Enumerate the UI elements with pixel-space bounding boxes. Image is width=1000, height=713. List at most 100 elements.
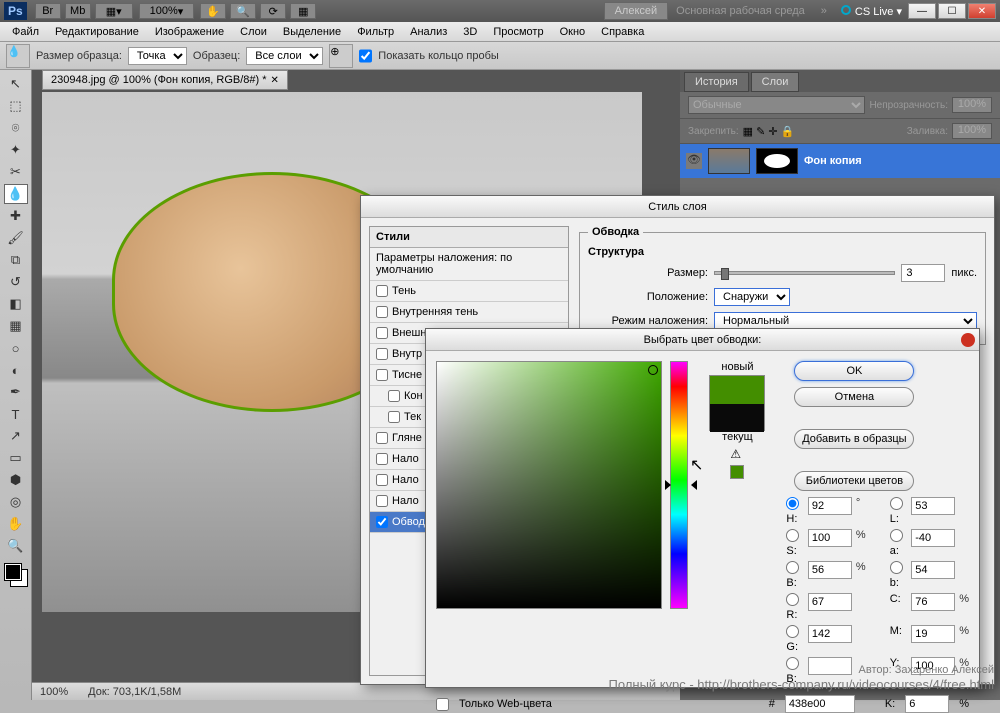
menu-select[interactable]: Выделение (275, 26, 349, 38)
pen-tool[interactable]: ✒ (4, 382, 28, 402)
bv-radio[interactable] (786, 561, 799, 574)
visibility-icon[interactable]: 👁 (686, 153, 702, 169)
type-tool[interactable]: T (4, 404, 28, 424)
websafe-warning-icon[interactable] (730, 465, 744, 479)
tab-layers[interactable]: Слои (751, 72, 800, 92)
status-zoom[interactable]: 100% (40, 686, 68, 698)
bv-input[interactable] (808, 561, 852, 579)
fill-value[interactable]: 100% (952, 123, 992, 139)
3dcam-tool[interactable]: ◎ (4, 492, 28, 512)
g-radio[interactable] (786, 625, 799, 638)
blur-tool[interactable]: ○ (4, 338, 28, 358)
eyedropper-tool[interactable]: 💧 (4, 184, 28, 204)
minib-button[interactable]: Mb (65, 3, 91, 19)
color-field[interactable] (436, 361, 662, 609)
b-radio[interactable] (890, 561, 903, 574)
menu-view[interactable]: Просмотр (485, 26, 551, 38)
wand-tool[interactable]: ✦ (4, 140, 28, 160)
hand-button[interactable]: ✋ (200, 3, 226, 19)
menu-window[interactable]: Окно (552, 26, 594, 38)
layer-mask[interactable] (756, 148, 798, 174)
l-input[interactable] (911, 497, 955, 515)
a-radio[interactable] (890, 529, 903, 542)
r-radio[interactable] (786, 593, 799, 606)
bch-input[interactable] (808, 657, 852, 675)
extras-button[interactable]: ▦ (290, 3, 316, 19)
ok-button[interactable]: OK (794, 361, 914, 381)
color-libraries-button[interactable]: Библиотеки цветов (794, 471, 914, 491)
size-input[interactable] (901, 264, 945, 282)
blending-defaults[interactable]: Параметры наложения: по умолчанию (370, 248, 568, 281)
arrange-menu[interactable]: ▦▾ (95, 3, 133, 19)
crop-tool[interactable]: ✂ (4, 162, 28, 182)
size-slider[interactable] (714, 271, 895, 275)
h-input[interactable] (808, 497, 852, 515)
layer-thumb[interactable] (708, 148, 750, 174)
sample-icon[interactable]: ⊕ (329, 44, 353, 68)
bridge-button[interactable]: Br (35, 3, 61, 19)
maximize-button[interactable]: ☐ (938, 3, 966, 19)
a-input[interactable] (911, 529, 955, 547)
menu-help[interactable]: Справка (593, 26, 652, 38)
add-swatch-button[interactable]: Добавить в образцы (794, 429, 914, 449)
m-input[interactable] (911, 625, 955, 643)
menu-3d[interactable]: 3D (455, 26, 485, 38)
gradient-tool[interactable]: ▦ (4, 316, 28, 336)
web-only-checkbox[interactable] (436, 698, 449, 711)
cp-titlebar[interactable]: Выбрать цвет обводки: (426, 329, 979, 351)
b-input[interactable] (911, 561, 955, 579)
hex-input[interactable] (785, 695, 855, 713)
sample-select[interactable]: Все слои (246, 47, 323, 65)
dialog-titlebar[interactable]: Стиль слоя (361, 196, 994, 218)
h-radio[interactable] (786, 497, 799, 510)
s-radio[interactable] (786, 529, 799, 542)
c-input[interactable] (911, 593, 955, 611)
eraser-tool[interactable]: ◧ (4, 294, 28, 314)
tab-close-icon[interactable]: ✕ (271, 75, 279, 86)
close-button[interactable]: ✕ (968, 3, 996, 19)
ring-checkbox[interactable] (359, 47, 372, 65)
workspace-menu[interactable]: Основная рабочая среда (668, 5, 813, 17)
move-tool[interactable]: ↖ (4, 74, 28, 94)
cp-close-icon[interactable] (961, 333, 975, 347)
sample-size-select[interactable]: Точка (128, 47, 187, 65)
bch-radio[interactable] (786, 657, 799, 670)
menu-analysis[interactable]: Анализ (402, 26, 455, 38)
marquee-tool[interactable]: ⬚ (4, 96, 28, 116)
zoom-menu[interactable]: 100% ▾ (139, 3, 195, 19)
menu-file[interactable]: Файл (4, 26, 47, 38)
style-item[interactable]: Внутренняя тень (370, 302, 568, 323)
k-input[interactable] (905, 695, 949, 713)
history-tool[interactable]: ↺ (4, 272, 28, 292)
menu-filter[interactable]: Фильтр (349, 26, 402, 38)
document-tab[interactable]: 230948.jpg @ 100% (Фон копия, RGB/8#) * … (42, 70, 288, 90)
y-input[interactable] (911, 657, 955, 675)
minimize-button[interactable]: — (908, 3, 936, 19)
hue-slider[interactable] (670, 361, 688, 609)
layer-name[interactable]: Фон копия (804, 155, 862, 167)
hand-tool[interactable]: ✋ (4, 514, 28, 534)
zoom-button[interactable]: 🔍 (230, 3, 256, 19)
styles-header[interactable]: Стили (370, 227, 568, 248)
s-input[interactable] (808, 529, 852, 547)
cancel-button[interactable]: Отмена (794, 387, 914, 407)
menu-image[interactable]: Изображение (147, 26, 232, 38)
color-swatch[interactable] (5, 564, 27, 586)
g-input[interactable] (808, 625, 852, 643)
rotate-button[interactable]: ⟳ (260, 3, 286, 19)
menu-layer[interactable]: Слои (232, 26, 275, 38)
position-select[interactable]: Снаружи (714, 288, 790, 306)
stamp-tool[interactable]: ⧉ (4, 250, 28, 270)
style-item[interactable]: Тень (370, 281, 568, 302)
3d-tool[interactable]: ⬢ (4, 470, 28, 490)
lock-icons[interactable]: ▦ ✎ ✛ 🔒 (743, 125, 795, 138)
layer-row[interactable]: 👁 Фон копия (680, 144, 1000, 178)
shape-tool[interactable]: ▭ (4, 448, 28, 468)
menu-edit[interactable]: Редактирование (47, 26, 147, 38)
dodge-tool[interactable]: ◐ (4, 360, 28, 380)
cslive-button[interactable]: CS Live ▾ (835, 5, 908, 18)
blend-mode-select[interactable]: Обычные (688, 96, 865, 114)
r-input[interactable] (808, 593, 852, 611)
brush-tool[interactable]: 🖌 (4, 228, 28, 248)
l-radio[interactable] (890, 497, 903, 510)
